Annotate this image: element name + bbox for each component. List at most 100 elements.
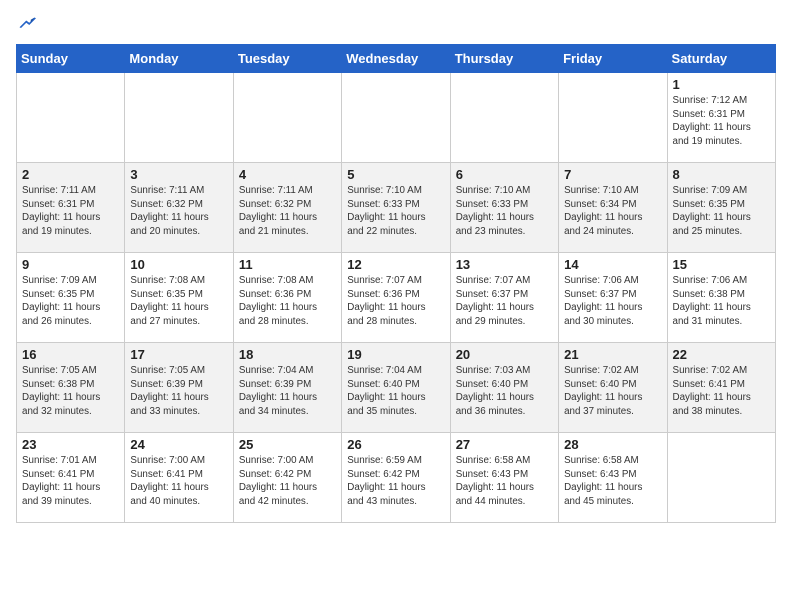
day-detail: Sunrise: 7:05 AM Sunset: 6:39 PM Dayligh… (130, 364, 227, 419)
day-number: 24 (130, 437, 227, 452)
day-cell: 24 Sunrise: 7:00 AM Sunset: 6:41 PM Dayli… (125, 433, 233, 523)
weekday-header-sunday: Sunday (17, 45, 125, 73)
day-number: 23 (22, 437, 119, 452)
day-number: 9 (22, 257, 119, 272)
day-cell: 26Sunrise: 6:59 AM Sunset: 6:42 PM Dayli… (342, 433, 450, 523)
day-detail: Sunrise: 7:10 AM Sunset: 6:34 PM Dayligh… (564, 184, 661, 239)
header (16, 16, 776, 34)
day-cell: 16 Sunrise: 7:05 AM Sunset: 6:38 PM Dayli… (17, 343, 125, 433)
day-number: 21 (564, 347, 661, 362)
day-cell (233, 73, 341, 163)
day-number: 8 (673, 167, 770, 182)
day-cell (342, 73, 450, 163)
logo (16, 16, 36, 34)
day-number: 15 (673, 257, 770, 272)
day-detail: Sunrise: 7:02 AM Sunset: 6:40 PM Dayligh… (564, 364, 661, 419)
day-number: 11 (239, 257, 336, 272)
day-cell: 22 Sunrise: 7:02 AM Sunset: 6:41 PM Dayli… (667, 343, 775, 433)
day-number: 12 (347, 257, 444, 272)
day-number: 5 (347, 167, 444, 182)
day-cell: 23 Sunrise: 7:01 AM Sunset: 6:41 PM Dayli… (17, 433, 125, 523)
day-cell: 28 Sunrise: 6:58 AM Sunset: 6:43 PM Dayli… (559, 433, 667, 523)
week-row-1: 1 Sunrise: 7:12 AM Sunset: 6:31 PM Daylig… (17, 73, 776, 163)
day-detail: Sunrise: 7:00 AM Sunset: 6:41 PM Dayligh… (130, 454, 227, 509)
weekday-header-friday: Friday (559, 45, 667, 73)
day-detail: Sunrise: 7:09 AM Sunset: 6:35 PM Dayligh… (673, 184, 770, 239)
day-cell: 13 Sunrise: 7:07 AM Sunset: 6:37 PM Dayli… (450, 253, 558, 343)
day-cell: 8 Sunrise: 7:09 AM Sunset: 6:35 PM Daylig… (667, 163, 775, 253)
day-detail: Sunrise: 7:06 AM Sunset: 6:38 PM Dayligh… (673, 274, 770, 329)
day-cell: 21 Sunrise: 7:02 AM Sunset: 6:40 PM Dayli… (559, 343, 667, 433)
day-cell: 11 Sunrise: 7:08 AM Sunset: 6:36 PM Dayli… (233, 253, 341, 343)
day-cell (125, 73, 233, 163)
day-detail: Sunrise: 7:07 AM Sunset: 6:37 PM Dayligh… (456, 274, 553, 329)
day-cell: 14Sunrise: 7:06 AM Sunset: 6:37 PM Dayli… (559, 253, 667, 343)
day-number: 7 (564, 167, 661, 182)
day-number: 16 (22, 347, 119, 362)
day-number: 13 (456, 257, 553, 272)
day-detail: Sunrise: 7:08 AM Sunset: 6:36 PM Dayligh… (239, 274, 336, 329)
weekday-header-tuesday: Tuesday (233, 45, 341, 73)
day-number: 19 (347, 347, 444, 362)
day-detail: Sunrise: 7:04 AM Sunset: 6:39 PM Dayligh… (239, 364, 336, 419)
day-number: 4 (239, 167, 336, 182)
day-detail: Sunrise: 7:08 AM Sunset: 6:35 PM Dayligh… (130, 274, 227, 329)
day-number: 22 (673, 347, 770, 362)
day-detail: Sunrise: 7:01 AM Sunset: 6:41 PM Dayligh… (22, 454, 119, 509)
day-number: 18 (239, 347, 336, 362)
day-cell (667, 433, 775, 523)
day-detail: Sunrise: 7:10 AM Sunset: 6:33 PM Dayligh… (347, 184, 444, 239)
day-number: 27 (456, 437, 553, 452)
day-cell (450, 73, 558, 163)
day-detail: Sunrise: 7:07 AM Sunset: 6:36 PM Dayligh… (347, 274, 444, 329)
day-number: 1 (673, 77, 770, 92)
day-number: 20 (456, 347, 553, 362)
day-cell (17, 73, 125, 163)
day-cell: 6 Sunrise: 7:10 AM Sunset: 6:33 PM Daylig… (450, 163, 558, 253)
calendar-table: SundayMondayTuesdayWednesdayThursdayFrid… (16, 44, 776, 523)
day-cell: 17 Sunrise: 7:05 AM Sunset: 6:39 PM Dayli… (125, 343, 233, 433)
day-detail: Sunrise: 7:05 AM Sunset: 6:38 PM Dayligh… (22, 364, 119, 419)
day-detail: Sunrise: 6:59 AM Sunset: 6:42 PM Dayligh… (347, 454, 444, 509)
day-cell: 3Sunrise: 7:11 AM Sunset: 6:32 PM Daylig… (125, 163, 233, 253)
day-cell: 5 Sunrise: 7:10 AM Sunset: 6:33 PM Daylig… (342, 163, 450, 253)
week-row-4: 16 Sunrise: 7:05 AM Sunset: 6:38 PM Dayli… (17, 343, 776, 433)
day-cell: 9Sunrise: 7:09 AM Sunset: 6:35 PM Daylig… (17, 253, 125, 343)
day-detail: Sunrise: 7:11 AM Sunset: 6:32 PM Dayligh… (239, 184, 336, 239)
day-detail: Sunrise: 6:58 AM Sunset: 6:43 PM Dayligh… (456, 454, 553, 509)
day-cell: 7 Sunrise: 7:10 AM Sunset: 6:34 PM Daylig… (559, 163, 667, 253)
logo-bird-icon (18, 16, 36, 34)
day-number: 14 (564, 257, 661, 272)
day-number: 6 (456, 167, 553, 182)
day-number: 17 (130, 347, 227, 362)
day-detail: Sunrise: 7:02 AM Sunset: 6:41 PM Dayligh… (673, 364, 770, 419)
day-cell: 12 Sunrise: 7:07 AM Sunset: 6:36 PM Dayli… (342, 253, 450, 343)
day-cell: 25Sunrise: 7:00 AM Sunset: 6:42 PM Dayli… (233, 433, 341, 523)
day-cell: 1 Sunrise: 7:12 AM Sunset: 6:31 PM Daylig… (667, 73, 775, 163)
day-cell: 10 Sunrise: 7:08 AM Sunset: 6:35 PM Dayli… (125, 253, 233, 343)
day-number: 28 (564, 437, 661, 452)
day-detail: Sunrise: 6:58 AM Sunset: 6:43 PM Dayligh… (564, 454, 661, 509)
day-detail: Sunrise: 7:03 AM Sunset: 6:40 PM Dayligh… (456, 364, 553, 419)
week-row-2: 2 Sunrise: 7:11 AM Sunset: 6:31 PM Daylig… (17, 163, 776, 253)
day-number: 10 (130, 257, 227, 272)
day-cell: 2 Sunrise: 7:11 AM Sunset: 6:31 PM Daylig… (17, 163, 125, 253)
day-cell: 19 Sunrise: 7:04 AM Sunset: 6:40 PM Dayli… (342, 343, 450, 433)
week-row-3: 9Sunrise: 7:09 AM Sunset: 6:35 PM Daylig… (17, 253, 776, 343)
day-detail: Sunrise: 7:10 AM Sunset: 6:33 PM Dayligh… (456, 184, 553, 239)
day-detail: Sunrise: 7:04 AM Sunset: 6:40 PM Dayligh… (347, 364, 444, 419)
weekday-header-wednesday: Wednesday (342, 45, 450, 73)
day-detail: Sunrise: 7:11 AM Sunset: 6:32 PM Dayligh… (130, 184, 227, 239)
week-row-5: 23 Sunrise: 7:01 AM Sunset: 6:41 PM Dayli… (17, 433, 776, 523)
day-cell: 15 Sunrise: 7:06 AM Sunset: 6:38 PM Dayli… (667, 253, 775, 343)
day-detail: Sunrise: 7:11 AM Sunset: 6:31 PM Dayligh… (22, 184, 119, 239)
day-detail: Sunrise: 7:12 AM Sunset: 6:31 PM Dayligh… (673, 94, 770, 149)
day-cell: 27 Sunrise: 6:58 AM Sunset: 6:43 PM Dayli… (450, 433, 558, 523)
day-number: 25 (239, 437, 336, 452)
weekday-header-saturday: Saturday (667, 45, 775, 73)
day-cell: 18 Sunrise: 7:04 AM Sunset: 6:39 PM Dayli… (233, 343, 341, 433)
day-number: 2 (22, 167, 119, 182)
day-cell: 4 Sunrise: 7:11 AM Sunset: 6:32 PM Daylig… (233, 163, 341, 253)
day-cell (559, 73, 667, 163)
weekday-header-monday: Monday (125, 45, 233, 73)
